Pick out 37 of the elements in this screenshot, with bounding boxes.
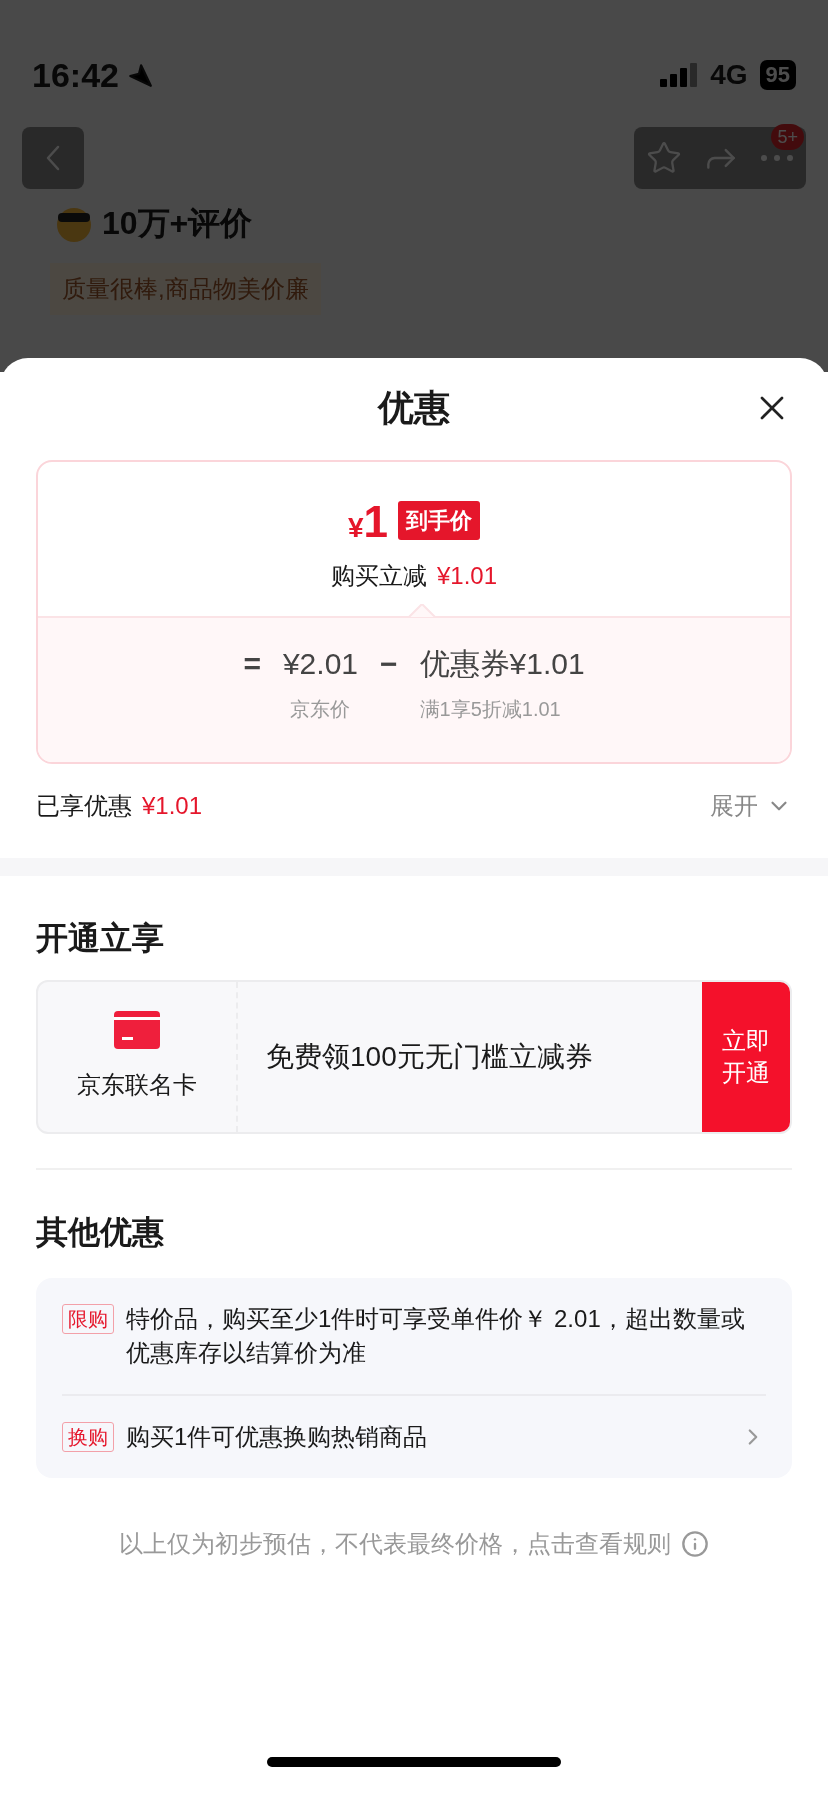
coupon-rule: 满1享5折减1.01 xyxy=(419,697,561,722)
minus-sign: − xyxy=(380,646,398,682)
section-title: 开通立享 xyxy=(35,919,165,958)
location-icon xyxy=(126,62,153,88)
offer-tag: 限购 xyxy=(62,1304,114,1334)
discount-amount: ¥1.01 xyxy=(436,561,498,591)
reviews-title: 10万+评价 xyxy=(102,204,253,243)
base-price: ¥2.01 xyxy=(282,646,358,682)
final-price: ¥1 xyxy=(347,500,389,544)
notification-badge: 5+ xyxy=(771,124,804,150)
star-icon[interactable] xyxy=(646,140,682,176)
section-title: 其他优惠 xyxy=(35,1213,165,1252)
base-price-label: 京东价 xyxy=(290,697,351,722)
expand-toggle[interactable]: 展开 xyxy=(710,788,792,824)
coupon-price: 优惠券¥1.01 xyxy=(419,646,585,682)
more-icon[interactable] xyxy=(760,154,794,162)
enjoyed-amount: ¥1.01 xyxy=(142,791,203,821)
sheet-title: 优惠 xyxy=(378,386,450,430)
open-now-button[interactable]: 立即开通 xyxy=(702,982,790,1132)
equals-sign: = xyxy=(243,646,261,682)
offer-tag: 换购 xyxy=(62,1422,114,1452)
info-icon[interactable] xyxy=(681,1530,709,1558)
card-icon xyxy=(114,1011,160,1049)
card-name: 京东联名卡 xyxy=(77,1070,197,1100)
chevron-left-icon xyxy=(46,145,60,171)
offer-text: 购买1件可优惠换购热销商品 xyxy=(126,1422,429,1452)
battery-indicator: 95 xyxy=(759,60,796,90)
disclaimer-text: 以上仅为初步预估，不代表最终价格，点击查看规则 xyxy=(119,1529,671,1559)
signal-icon xyxy=(660,63,699,87)
network-label: 4G xyxy=(710,58,748,92)
discount-label: 购买立减 xyxy=(330,561,427,591)
back-button[interactable] xyxy=(22,127,84,189)
status-time: 16:42 xyxy=(32,54,119,96)
card-offer-text: 免费领100元无门槛立减券 xyxy=(266,1040,593,1074)
offer-text: 特价品，购买至少1件时可享受单件价￥ 2.01，超出数量或优惠库存以结算价为准 xyxy=(126,1304,746,1368)
price-tag: 到手价 xyxy=(398,501,481,540)
enjoyed-label: 已享优惠 xyxy=(36,791,132,821)
